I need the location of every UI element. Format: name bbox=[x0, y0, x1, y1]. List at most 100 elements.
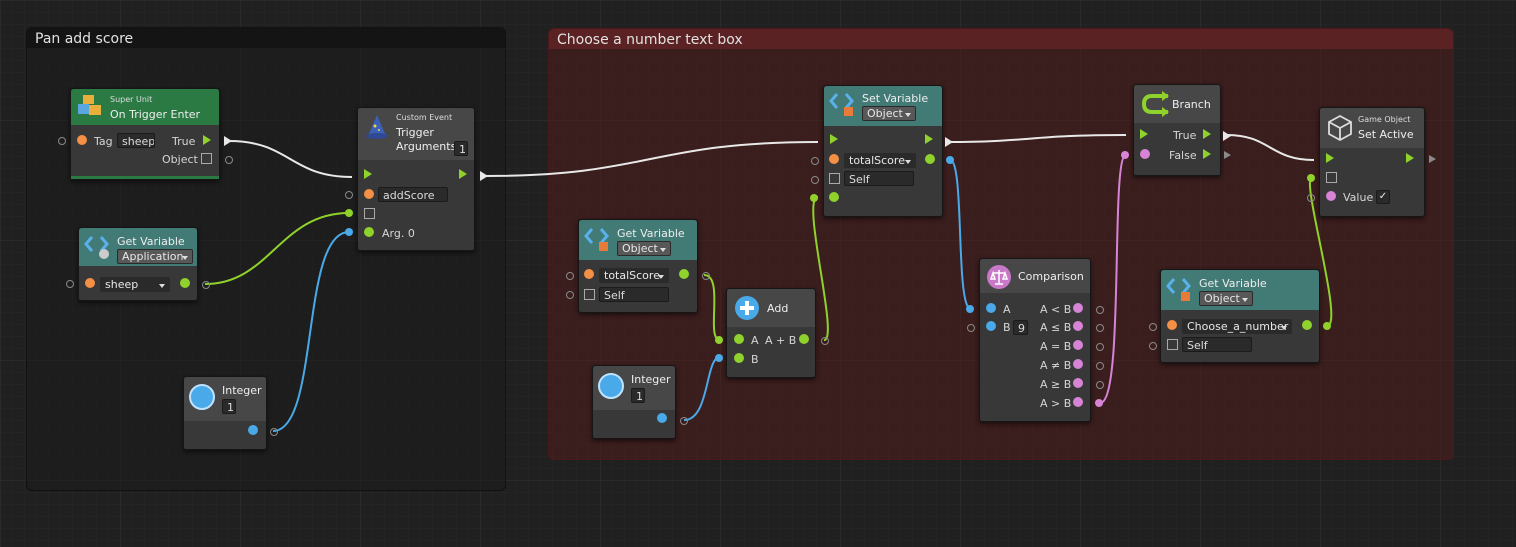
b-input-hollow-port[interactable] bbox=[967, 324, 975, 332]
output-greater-equal-hollow[interactable] bbox=[1096, 381, 1104, 389]
value-output-connector[interactable] bbox=[1323, 322, 1331, 330]
value-checkbox[interactable]: ✓ bbox=[1376, 190, 1390, 204]
integer-value-field[interactable]: 1 bbox=[631, 388, 645, 403]
node-add[interactable]: Add bbox=[726, 288, 816, 378]
node-integer-left[interactable]: Integer 1 bbox=[183, 376, 267, 450]
a-input-connector[interactable] bbox=[966, 305, 974, 313]
output-less-port[interactable] bbox=[1073, 303, 1083, 313]
integer-output-hollow-port[interactable] bbox=[680, 417, 688, 425]
output-less-equal-hollow[interactable] bbox=[1096, 324, 1104, 332]
b-input-port[interactable] bbox=[715, 354, 723, 362]
value-output-port[interactable] bbox=[925, 154, 935, 164]
exit-flow-connector[interactable] bbox=[1429, 155, 1436, 163]
value-output-port[interactable] bbox=[180, 278, 190, 288]
arg-port[interactable] bbox=[364, 227, 374, 237]
name-port[interactable] bbox=[85, 278, 95, 288]
value-output-hollow-port[interactable] bbox=[702, 272, 710, 280]
name-port[interactable] bbox=[1167, 320, 1177, 330]
sum-output-port[interactable] bbox=[799, 334, 809, 344]
exit-flow-port[interactable] bbox=[1406, 153, 1414, 163]
condition-input-connector[interactable] bbox=[1121, 151, 1129, 159]
a-port[interactable] bbox=[734, 334, 744, 344]
enter-flow-port[interactable] bbox=[1140, 129, 1148, 139]
output-greater-connector[interactable] bbox=[1095, 399, 1103, 407]
enter-flow-port[interactable] bbox=[1326, 153, 1334, 163]
target-cube-icon[interactable] bbox=[1326, 172, 1337, 183]
target-cube-icon[interactable] bbox=[829, 173, 840, 184]
value-input-hollow-port[interactable] bbox=[1307, 194, 1315, 202]
target-input-port[interactable] bbox=[345, 209, 353, 217]
target-input-connector[interactable] bbox=[1307, 174, 1315, 182]
a-input-port[interactable] bbox=[715, 336, 723, 344]
name-port[interactable] bbox=[829, 154, 839, 164]
b-port[interactable] bbox=[734, 353, 744, 363]
output-less-equal-port[interactable] bbox=[1073, 321, 1083, 331]
integer-output-port[interactable] bbox=[248, 425, 258, 435]
target-field[interactable]: Self bbox=[1182, 337, 1252, 352]
new-value-port[interactable] bbox=[829, 192, 839, 202]
exit-flow-port[interactable] bbox=[459, 169, 467, 179]
node-integer-right[interactable]: Integer 1 bbox=[592, 365, 676, 439]
output-greater-port[interactable] bbox=[1073, 397, 1083, 407]
assign-flow-port[interactable] bbox=[830, 134, 838, 144]
value-output-port[interactable] bbox=[679, 269, 689, 279]
value-port[interactable] bbox=[1326, 191, 1336, 201]
name-port[interactable] bbox=[364, 189, 374, 199]
target-input-hollow-port[interactable] bbox=[1149, 342, 1157, 350]
target-field[interactable]: Self bbox=[844, 171, 914, 186]
name-port[interactable] bbox=[584, 269, 594, 279]
name-input-hollow-port[interactable] bbox=[566, 272, 574, 280]
assigned-flow-port[interactable] bbox=[925, 134, 933, 144]
true-flow-port[interactable] bbox=[1203, 129, 1211, 139]
argument-count-field[interactable]: 1 bbox=[454, 141, 468, 156]
condition-port[interactable] bbox=[1140, 149, 1150, 159]
variable-name-dropdown[interactable]: totalScore bbox=[844, 153, 916, 168]
scope-dropdown[interactable]: Object bbox=[1199, 291, 1253, 306]
target-cube-icon[interactable] bbox=[364, 208, 375, 219]
variable-name-dropdown[interactable]: sheep bbox=[100, 277, 170, 292]
target-input-hollow-port[interactable] bbox=[566, 291, 574, 299]
output-greater-equal-port[interactable] bbox=[1073, 378, 1083, 388]
output-not-equal-port[interactable] bbox=[1073, 359, 1083, 369]
output-equal-port[interactable] bbox=[1073, 340, 1083, 350]
b-value-field[interactable]: 9 bbox=[1013, 320, 1028, 335]
target-input-hollow-port[interactable] bbox=[811, 176, 819, 184]
tag-port[interactable] bbox=[77, 135, 87, 145]
true-flow-connector[interactable] bbox=[224, 136, 232, 146]
output-not-equal-hollow[interactable] bbox=[1096, 362, 1104, 370]
value-output-hollow-port[interactable] bbox=[202, 281, 210, 289]
name-input-hollow-port[interactable] bbox=[66, 280, 74, 288]
true-flow-connector[interactable] bbox=[1223, 131, 1231, 141]
integer-output-port[interactable] bbox=[657, 413, 667, 423]
output-equal-hollow[interactable] bbox=[1096, 343, 1104, 351]
new-value-input-connector[interactable] bbox=[810, 194, 818, 202]
object-cube-icon[interactable] bbox=[201, 153, 212, 164]
scope-dropdown[interactable]: Object bbox=[617, 241, 671, 256]
true-flow-port[interactable] bbox=[203, 135, 211, 145]
false-flow-connector[interactable] bbox=[1224, 151, 1231, 159]
name-input-hollow-port[interactable] bbox=[1149, 323, 1157, 331]
event-name-field[interactable]: addScore bbox=[378, 187, 448, 202]
scope-dropdown[interactable]: Application bbox=[117, 249, 193, 264]
node-set-variable[interactable]: Set Variable Object bbox=[823, 85, 943, 217]
sum-output-hollow-port[interactable] bbox=[821, 337, 829, 345]
node-trigger-custom-event[interactable]: Custom Event Trigger Arguments 1 bbox=[357, 107, 475, 251]
tag-field[interactable]: sheep bbox=[117, 133, 155, 148]
enter-flow-port[interactable] bbox=[364, 169, 372, 179]
b-port[interactable] bbox=[986, 321, 996, 331]
value-output-port[interactable] bbox=[1302, 320, 1312, 330]
output-less-hollow[interactable] bbox=[1096, 306, 1104, 314]
variable-name-dropdown[interactable]: totalScore bbox=[599, 268, 669, 283]
a-port[interactable] bbox=[986, 303, 996, 313]
arg-input-port[interactable] bbox=[345, 228, 353, 236]
assigned-flow-connector[interactable] bbox=[945, 137, 953, 147]
integer-value-field[interactable]: 1 bbox=[222, 399, 236, 414]
name-input-hollow-port[interactable] bbox=[811, 157, 819, 165]
target-cube-icon[interactable] bbox=[584, 289, 595, 300]
value-output-connector[interactable] bbox=[946, 156, 954, 164]
false-flow-port[interactable] bbox=[1203, 149, 1211, 159]
variable-name-dropdown[interactable]: Choose_a_number bbox=[1182, 319, 1292, 334]
scope-dropdown[interactable]: Object bbox=[862, 106, 916, 121]
target-field[interactable]: Self bbox=[599, 287, 669, 302]
object-output-hollow-port[interactable] bbox=[225, 156, 233, 164]
